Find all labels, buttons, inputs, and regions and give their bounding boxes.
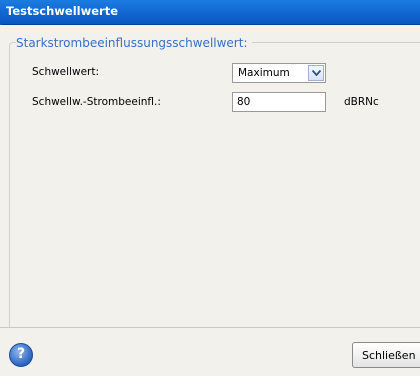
dialog-body: Starkstrombeeinflussungsschwellwert: Sch… (0, 25, 420, 335)
dialog-window: Testschwellwerte Starkstrombeeinflussung… (0, 0, 420, 376)
interference-threshold-label: Schwellw.-Strombeeinfl.: (32, 96, 161, 108)
help-icon: ? (16, 346, 26, 362)
interference-threshold-input[interactable] (232, 92, 326, 112)
chevron-down-icon[interactable] (308, 65, 324, 81)
help-button[interactable]: ? (9, 343, 33, 367)
close-button[interactable]: Schließen (352, 342, 420, 368)
unit-label: dBRNc (344, 96, 379, 108)
dialog-footer: ? Schließen (0, 327, 420, 376)
threshold-select[interactable]: Maximum (232, 63, 326, 83)
window-title: Testschwellwerte (6, 4, 119, 18)
threshold-label: Schwellwert: (32, 66, 99, 78)
threshold-groupbox (9, 42, 420, 335)
title-bar[interactable]: Testschwellwerte (0, 0, 420, 25)
groupbox-legend: Starkstrombeeinflussungsschwellwert: (16, 36, 252, 50)
threshold-select-value: Maximum (238, 67, 290, 79)
